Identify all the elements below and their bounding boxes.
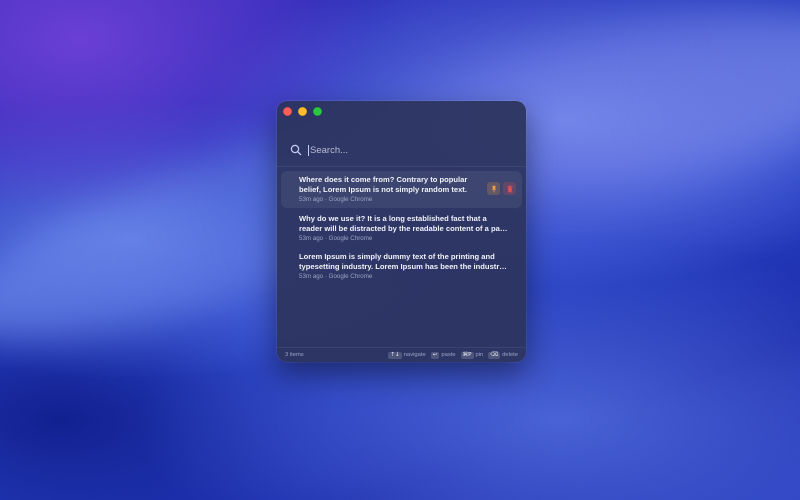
navigate-key: ↑↓ bbox=[388, 351, 402, 359]
list-item[interactable]: Where does it come from? Contrary to pop… bbox=[281, 171, 522, 208]
window-controls bbox=[283, 107, 322, 116]
delete-button[interactable] bbox=[503, 182, 516, 195]
item-source: Google Chrome bbox=[328, 234, 373, 242]
hint-navigate: ↑↓ navigate bbox=[388, 351, 426, 359]
meta-separator: · bbox=[324, 273, 327, 280]
status-bar: 3 items ↑↓ navigate ↩ paste ⌘P pin ⌫ del… bbox=[277, 347, 526, 362]
item-meta: 53m ago · Google Chrome bbox=[299, 273, 514, 280]
search-icon bbox=[290, 144, 302, 156]
paste-key: ↩ bbox=[430, 351, 440, 359]
pin-label: pin bbox=[475, 352, 484, 358]
item-source: Google Chrome bbox=[328, 196, 373, 203]
shortcut-hints: ↑↓ navigate ↩ paste ⌘P pin ⌫ delete bbox=[388, 351, 518, 359]
meta-separator: · bbox=[324, 234, 327, 242]
item-source: Google Chrome bbox=[328, 273, 373, 280]
clipboard-list: Where does it come from? Contrary to pop… bbox=[281, 171, 522, 287]
item-meta: 53m ago · Google Chrome bbox=[299, 235, 514, 242]
pin-icon bbox=[491, 185, 496, 192]
close-button[interactable] bbox=[283, 107, 292, 116]
search-input[interactable] bbox=[309, 144, 490, 156]
hint-paste: ↩ paste bbox=[430, 351, 456, 359]
zoom-button[interactable] bbox=[313, 107, 322, 116]
item-text: Why do we use it? It is a long establish… bbox=[299, 213, 509, 233]
hint-pin: ⌘P pin bbox=[460, 351, 484, 359]
item-meta: 53m ago · Google Chrome bbox=[299, 196, 514, 203]
item-text: Lorem Ipsum is simply dummy text of the … bbox=[299, 252, 510, 271]
delete-key: ⌫ bbox=[488, 351, 501, 359]
search-bar bbox=[287, 139, 516, 161]
hint-delete: ⌫ delete bbox=[488, 351, 518, 359]
list-item[interactable]: Lorem Ipsum is simply dummy text of the … bbox=[281, 248, 522, 285]
item-actions bbox=[487, 182, 516, 195]
divider bbox=[277, 166, 526, 167]
pin-key: ⌘P bbox=[460, 351, 474, 359]
delete-label: delete bbox=[502, 352, 518, 358]
item-time: 53m ago bbox=[299, 196, 324, 203]
item-text: Where does it come from? Contrary to pop… bbox=[299, 175, 468, 194]
meta-separator: · bbox=[324, 196, 327, 203]
pin-button[interactable] bbox=[487, 182, 500, 195]
clipboard-window: Where does it come from? Contrary to pop… bbox=[277, 101, 526, 362]
item-time: 53m ago bbox=[299, 234, 324, 242]
item-time: 53m ago bbox=[299, 273, 324, 280]
trash-icon bbox=[506, 185, 513, 192]
list-item[interactable]: Why do we use it? It is a long establish… bbox=[281, 210, 522, 247]
minimize-button[interactable] bbox=[298, 107, 307, 116]
paste-label: paste bbox=[441, 352, 456, 358]
item-count: 3 items bbox=[285, 352, 304, 358]
navigate-label: navigate bbox=[403, 352, 426, 358]
